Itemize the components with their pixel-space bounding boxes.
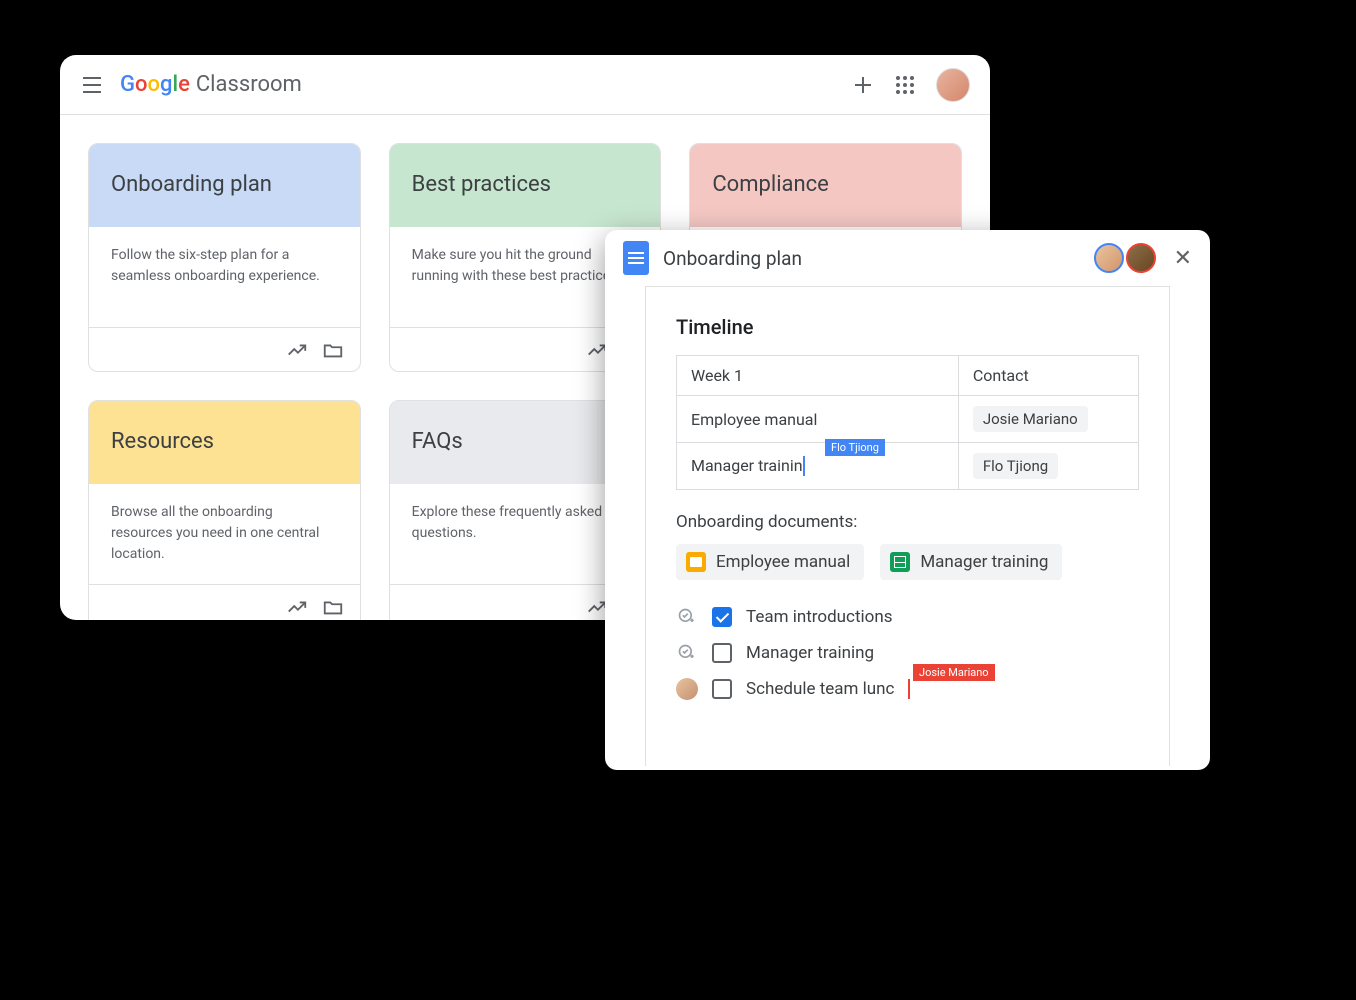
checklist-label: Team introductions [746, 607, 893, 627]
header-actions [852, 68, 970, 102]
checklist-item[interactable]: Schedule team lunc Josie Mariano [676, 678, 1139, 700]
checklist-item[interactable]: Team introductions [676, 606, 1139, 628]
collab-cursor [803, 456, 805, 476]
folder-icon[interactable] [322, 596, 344, 618]
section-heading: Timeline [676, 315, 1139, 339]
table-header-cell: Week 1 [677, 356, 959, 396]
card-title: Compliance [690, 144, 961, 227]
table-cell: Josie Mariano [958, 396, 1138, 443]
doc-title[interactable]: Onboarding plan [663, 247, 802, 270]
checklist-label: Schedule team lunc [746, 679, 894, 699]
table-cell: Employee manual [677, 396, 959, 443]
apps-icon[interactable] [894, 74, 916, 96]
doc-content: Timeline Week 1 Contact Employee manual … [605, 286, 1210, 766]
card-description: Follow the six-step plan for a seamless … [89, 227, 360, 327]
doc-page[interactable]: Timeline Week 1 Contact Employee manual … [645, 286, 1170, 766]
sheets-icon [890, 552, 910, 572]
checkbox[interactable] [712, 679, 732, 699]
table-cell: Manager trainin Flo Tjiong [677, 443, 959, 490]
menu-icon[interactable] [80, 73, 104, 97]
card-footer [89, 584, 360, 620]
collaborator-avatar[interactable] [1126, 243, 1156, 273]
checklist-label: Manager training [746, 643, 874, 663]
class-card[interactable]: Resources Browse all the onboarding reso… [88, 400, 361, 620]
timeline-table[interactable]: Week 1 Contact Employee manual Josie Mar… [676, 355, 1139, 490]
card-footer [89, 327, 360, 371]
docs-header: Onboarding plan ✕ [605, 230, 1210, 286]
docs-header-right: ✕ [1094, 243, 1192, 273]
folder-icon[interactable] [322, 339, 344, 361]
card-description: Browse all the onboarding resources you … [89, 484, 360, 584]
product-name: Classroom [196, 72, 302, 97]
brand: Google Classroom [120, 72, 302, 97]
user-avatar[interactable] [936, 68, 970, 102]
close-icon[interactable]: ✕ [1174, 246, 1192, 271]
contact-chip[interactable]: Josie Mariano [973, 406, 1088, 432]
class-card[interactable]: Onboarding plan Follow the six-step plan… [88, 143, 361, 372]
app-header: Google Classroom [60, 55, 990, 115]
collab-cursor-tag: Josie Mariano [913, 664, 995, 681]
slides-icon [686, 552, 706, 572]
doc-link-chip[interactable]: Manager training [880, 544, 1062, 580]
checkbox[interactable] [712, 607, 732, 627]
assignee-avatar [676, 678, 698, 700]
analytics-icon[interactable] [286, 339, 308, 361]
section-label: Onboarding documents: [676, 512, 1139, 532]
card-title: Best practices [390, 144, 661, 227]
card-title: Onboarding plan [89, 144, 360, 227]
card-title: Resources [89, 401, 360, 484]
table-header-cell: Contact [958, 356, 1138, 396]
contact-chip[interactable]: Flo Tjiong [973, 453, 1058, 479]
table-cell: Flo Tjiong [958, 443, 1138, 490]
docs-icon [623, 241, 649, 275]
analytics-icon[interactable] [286, 596, 308, 618]
create-icon[interactable] [852, 74, 874, 96]
checkbox[interactable] [712, 643, 732, 663]
collaborator-avatar[interactable] [1094, 243, 1124, 273]
doc-chips-row: Employee manual Manager training [676, 544, 1139, 580]
checklist: Team introductions Manager training Sche… [676, 606, 1139, 700]
collab-cursor-tag: Flo Tjiong [825, 439, 885, 456]
google-logo: Google [120, 72, 190, 97]
add-check-icon[interactable] [676, 642, 698, 664]
docs-window: Onboarding plan ✕ Timeline Week 1 Contac… [605, 230, 1210, 770]
collab-cursor [908, 679, 910, 699]
add-check-icon[interactable] [676, 606, 698, 628]
checklist-item[interactable]: Manager training [676, 642, 1139, 664]
doc-link-chip[interactable]: Employee manual [676, 544, 864, 580]
